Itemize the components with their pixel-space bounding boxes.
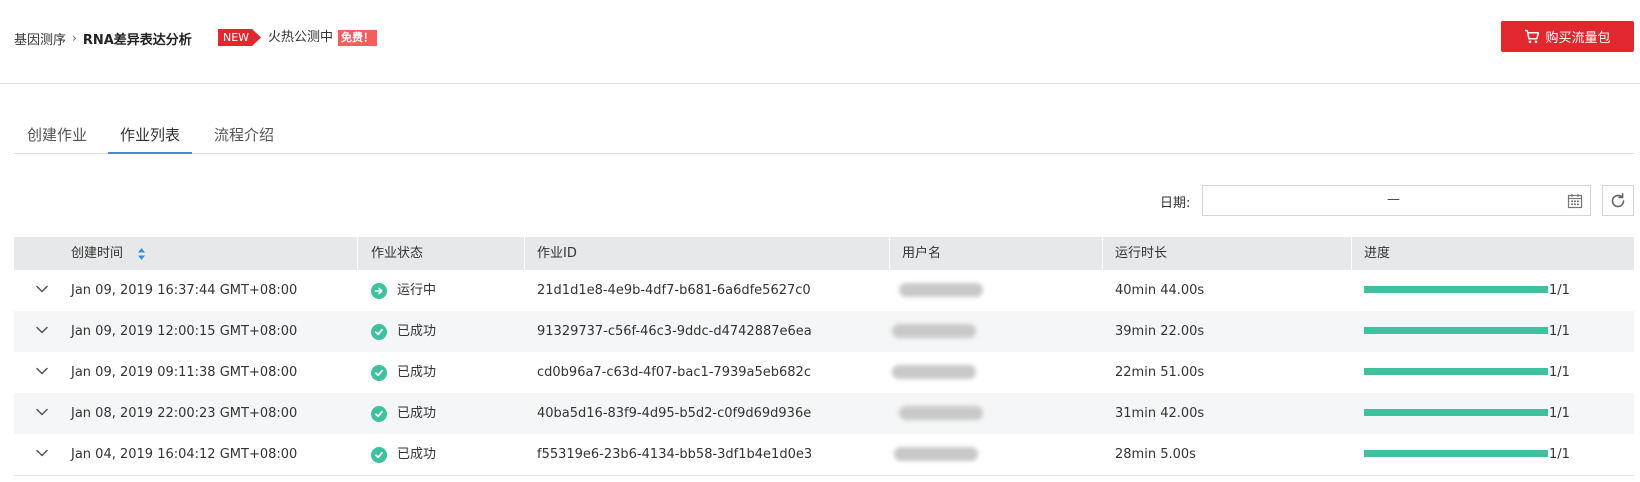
column-divider (1102, 237, 1103, 270)
job-id-link[interactable]: f55319e6-23b6-4134-bb58-3df1b4e1d0e3 (537, 434, 812, 475)
chevron-down-icon[interactable] (36, 285, 48, 293)
tab-create-job[interactable]: 创建作业 (24, 124, 90, 154)
status-label: 已成功 (397, 406, 437, 421)
status-label: 已成功 (397, 447, 437, 462)
arrow-right-circle-icon (371, 282, 387, 299)
duration-cell: 39min 22.00s (1115, 324, 1205, 339)
promo-text: 火热公测中 (268, 30, 334, 45)
status-cell: 已成功 (371, 352, 436, 393)
job-table: 创建时间 作业状态 作业ID 用户名 运行时长 进度 Jan 09, 2019 … (14, 237, 1634, 476)
chevron-down-icon[interactable] (36, 367, 48, 375)
table-body: Jan 09, 2019 16:37:44 GMT+08:00 运行中 21d1d1… (14, 270, 1634, 476)
table-row[interactable]: Jan 09, 2019 12:00:15 GMT+08:00 已成功 913297… (14, 311, 1634, 352)
chevron-down-icon[interactable] (36, 326, 48, 334)
created-time-cell: Jan 09, 2019 09:11:38 GMT+08:00 (71, 365, 298, 380)
progress-text: 1/1 (1549, 406, 1570, 421)
progress-fill (1364, 368, 1548, 375)
tab-workflow-intro[interactable]: 流程介绍 (211, 124, 277, 154)
status-cell: 已成功 (371, 393, 436, 434)
buy-traffic-package-button[interactable]: 购买流量包 (1501, 21, 1634, 52)
table-row[interactable]: Jan 08, 2019 22:00:23 GMT+08:00 已成功 40ba5d… (14, 393, 1634, 434)
duration-cell: 31min 42.00s (1115, 406, 1205, 421)
progress-bar (1364, 368, 1548, 375)
progress-fill (1364, 409, 1548, 416)
breadcrumb: 基因测序 › RNA差异表达分析 (14, 28, 192, 48)
username-redacted (894, 447, 978, 461)
progress-bar (1364, 327, 1548, 334)
duration-cell: 40min 44.00s (1115, 283, 1205, 298)
created-time-cell: Jan 04, 2019 16:04:12 GMT+08:00 (71, 447, 298, 462)
column-header-duration: 运行时长 (1115, 246, 1168, 261)
status-cell: 已成功 (371, 434, 436, 475)
chevron-down-icon[interactable] (36, 408, 48, 416)
page-header: 基因测序 › RNA差异表达分析 NEW 火热公测中 免费！ 购买流量包 (0, 0, 1640, 84)
calendar-icon[interactable] (1567, 193, 1583, 209)
progress-bar (1364, 450, 1548, 457)
column-header-job-id: 作业ID (537, 246, 577, 261)
column-divider (357, 237, 358, 270)
username-redacted (899, 283, 983, 297)
username-redacted (892, 324, 976, 338)
status-label: 已成功 (397, 324, 437, 339)
table-header: 创建时间 作业状态 作业ID 用户名 运行时长 进度 (14, 237, 1634, 270)
status-cell: 运行中 (371, 270, 436, 311)
table-row[interactable]: Jan 09, 2019 09:11:38 GMT+08:00 已成功 cd0b96… (14, 352, 1634, 393)
refresh-button[interactable] (1602, 185, 1634, 216)
column-header-status: 作业状态 (371, 246, 424, 261)
breadcrumb-current: RNA差异表达分析 (82, 32, 192, 48)
table-row[interactable]: Jan 04, 2019 16:04:12 GMT+08:00 已成功 f55319… (14, 434, 1634, 476)
status-label: 已成功 (397, 365, 437, 380)
column-header-username: 用户名 (902, 246, 942, 261)
date-range-picker[interactable]: — (1202, 185, 1591, 216)
column-divider (1351, 237, 1352, 270)
breadcrumb-root-link[interactable]: 基因测序 (14, 29, 66, 48)
refresh-icon (1611, 192, 1625, 207)
duration-cell: 22min 51.00s (1115, 365, 1205, 380)
check-circle-icon (371, 323, 387, 340)
check-circle-icon (371, 364, 387, 381)
status-label: 运行中 (397, 283, 437, 298)
username-redacted (899, 406, 983, 420)
date-label: 日期: (1160, 196, 1191, 211)
progress-fill (1364, 327, 1548, 334)
column-divider (524, 237, 525, 270)
username-redacted (892, 365, 976, 379)
breadcrumb-separator: › (72, 31, 77, 45)
column-header-created-time[interactable]: 创建时间 (71, 237, 146, 270)
created-time-cell: Jan 08, 2019 22:00:23 GMT+08:00 (71, 406, 298, 421)
date-range-separator: — (1387, 192, 1400, 207)
progress-fill (1364, 450, 1548, 457)
progress-fill (1364, 286, 1548, 293)
duration-cell: 28min 5.00s (1115, 447, 1196, 462)
job-id-link[interactable]: 91329737-c56f-46c3-9ddc-d4742887e6ea (537, 311, 812, 352)
buy-button-label: 购买流量包 (1545, 31, 1611, 46)
job-id-link[interactable]: 40ba5d16-83f9-4d95-b5d2-c0f9d69d936e (537, 393, 811, 434)
status-cell: 已成功 (371, 311, 436, 352)
progress-text: 1/1 (1549, 365, 1570, 380)
progress-text: 1/1 (1549, 324, 1570, 339)
progress-bar (1364, 409, 1548, 416)
progress-bar (1364, 286, 1548, 293)
tab-job-list[interactable]: 作业列表 (108, 124, 192, 154)
tab-bar: 创建作业 作业列表 流程介绍 (14, 118, 1634, 154)
chevron-down-icon[interactable] (36, 449, 48, 457)
progress-text: 1/1 (1549, 447, 1570, 462)
shopping-cart-icon (1525, 29, 1540, 44)
check-circle-icon (371, 446, 387, 463)
column-header-label: 创建时间 (71, 246, 124, 261)
progress-text: 1/1 (1549, 283, 1570, 298)
job-id-link[interactable]: 21d1d1e8-4e9b-4df7-b681-6a6dfe5627c0 (537, 270, 811, 311)
check-circle-icon (371, 405, 387, 422)
column-divider (889, 237, 890, 270)
free-badge: 免费！ (338, 30, 377, 46)
new-badge: NEW (218, 29, 261, 46)
created-time-cell: Jan 09, 2019 16:37:44 GMT+08:00 (71, 283, 298, 298)
table-row[interactable]: Jan 09, 2019 16:37:44 GMT+08:00 运行中 21d1d1… (14, 270, 1634, 311)
column-header-progress: 进度 (1364, 246, 1391, 261)
job-id-link[interactable]: cd0b96a7-c63d-4f07-bac1-7939a5eb682c (537, 352, 811, 393)
created-time-cell: Jan 09, 2019 12:00:15 GMT+08:00 (71, 324, 298, 339)
sort-icon[interactable] (137, 247, 146, 261)
